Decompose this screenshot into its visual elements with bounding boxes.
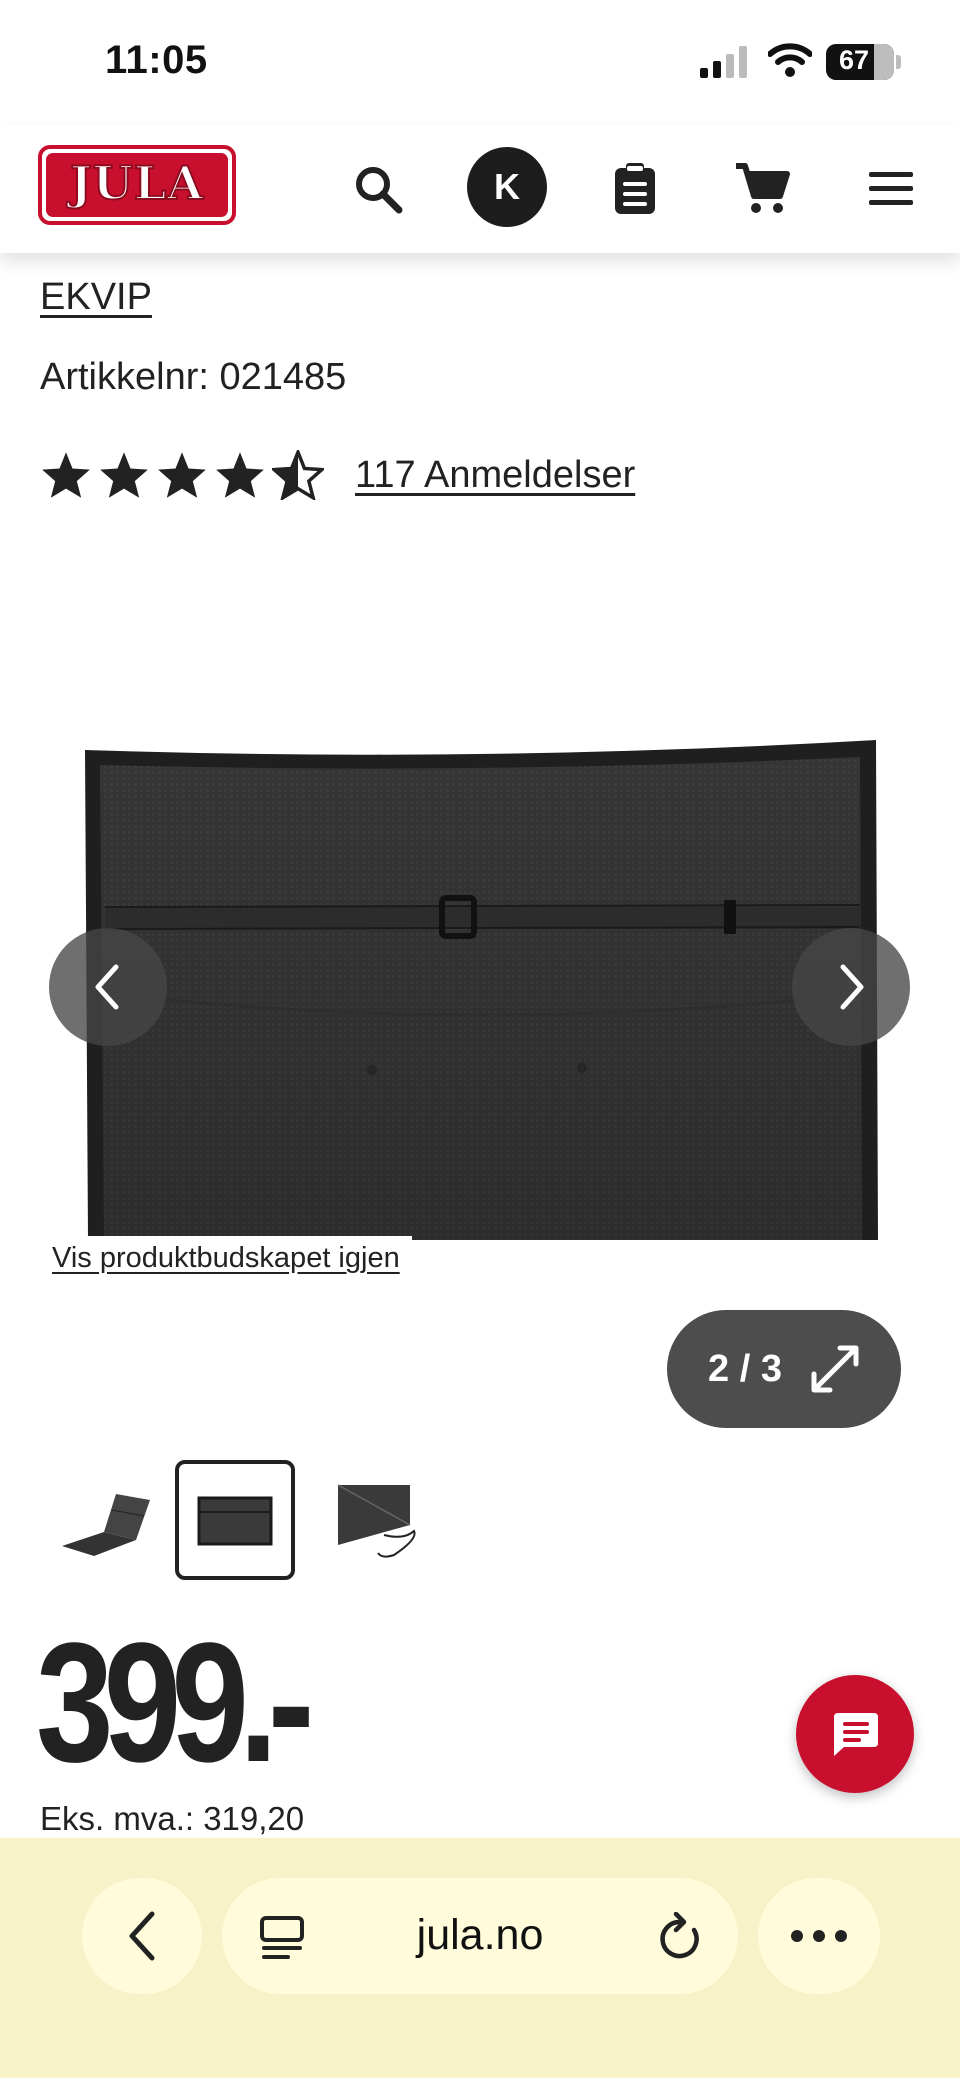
chat-icon xyxy=(834,1713,878,1756)
image-counter: 2 / 3 xyxy=(708,1347,782,1390)
search-icon xyxy=(356,167,403,214)
wifi-icon xyxy=(768,43,812,77)
menu-icon xyxy=(869,172,913,205)
chat-button[interactable] xyxy=(796,1675,914,1793)
thumbnail-1[interactable] xyxy=(44,1460,164,1580)
clipboard-icon xyxy=(615,163,655,214)
reload-icon[interactable] xyxy=(656,1912,704,1962)
expand-icon xyxy=(811,1345,859,1393)
star-icon xyxy=(216,452,264,498)
battery-icon: 67 xyxy=(826,44,894,80)
star-icon xyxy=(42,452,90,498)
thumbnail-3[interactable] xyxy=(314,1460,434,1580)
half-star-icon xyxy=(272,450,324,500)
next-image-button[interactable] xyxy=(792,928,910,1046)
brand-link[interactable]: EKVIP xyxy=(40,276,152,319)
browser-toolbar: jula.no xyxy=(0,1838,960,2078)
price: 399.- xyxy=(36,1608,314,1798)
logo-text: JULA xyxy=(69,155,204,211)
price-excl-vat: Eks. mva.: 319,20 xyxy=(40,1800,305,1837)
status-bar: 11:05 67 xyxy=(0,0,960,125)
search-button[interactable] xyxy=(338,149,418,229)
chevron-left-icon xyxy=(95,964,119,1010)
signal-icon xyxy=(700,46,747,78)
shopping-list-button[interactable] xyxy=(595,149,675,229)
article-number: Artikkelnr: 021485 xyxy=(40,356,347,398)
browser-more-button[interactable] xyxy=(758,1878,880,1994)
address-bar[interactable]: jula.no xyxy=(222,1878,738,1994)
battery-nub xyxy=(896,55,901,69)
reviews-link[interactable]: 117 Anmeldelser xyxy=(355,454,635,497)
menu-button[interactable] xyxy=(851,149,931,229)
browser-back-button[interactable] xyxy=(82,1878,202,1994)
cushion-corner-thumb xyxy=(337,1484,416,1558)
site-header: JULA K xyxy=(0,125,960,253)
jula-logo[interactable]: JULA xyxy=(38,145,236,225)
more-icon xyxy=(791,1930,847,1942)
chevron-right-icon xyxy=(840,964,864,1010)
star-icon xyxy=(158,452,206,498)
chevron-left-icon xyxy=(129,1911,155,1961)
thumbnail-2[interactable] xyxy=(175,1460,295,1580)
show-product-message-link[interactable]: Vis produktbudskapet igjen xyxy=(40,1236,412,1281)
rating-stars[interactable] xyxy=(40,450,324,500)
account-avatar[interactable]: K xyxy=(467,147,547,227)
previous-image-button[interactable] xyxy=(49,928,167,1046)
product-image[interactable] xyxy=(80,735,880,1240)
cart-button[interactable] xyxy=(722,149,802,229)
battery-level: 67 xyxy=(838,45,870,75)
star-icon xyxy=(100,452,148,498)
lounger-cushion-thumb xyxy=(62,1494,150,1556)
clock: 11:05 xyxy=(105,38,208,82)
cart-icon xyxy=(736,163,790,213)
back-cushion-thumb xyxy=(197,1496,273,1546)
gallery-counter-button[interactable]: 2 / 3 xyxy=(667,1310,901,1428)
